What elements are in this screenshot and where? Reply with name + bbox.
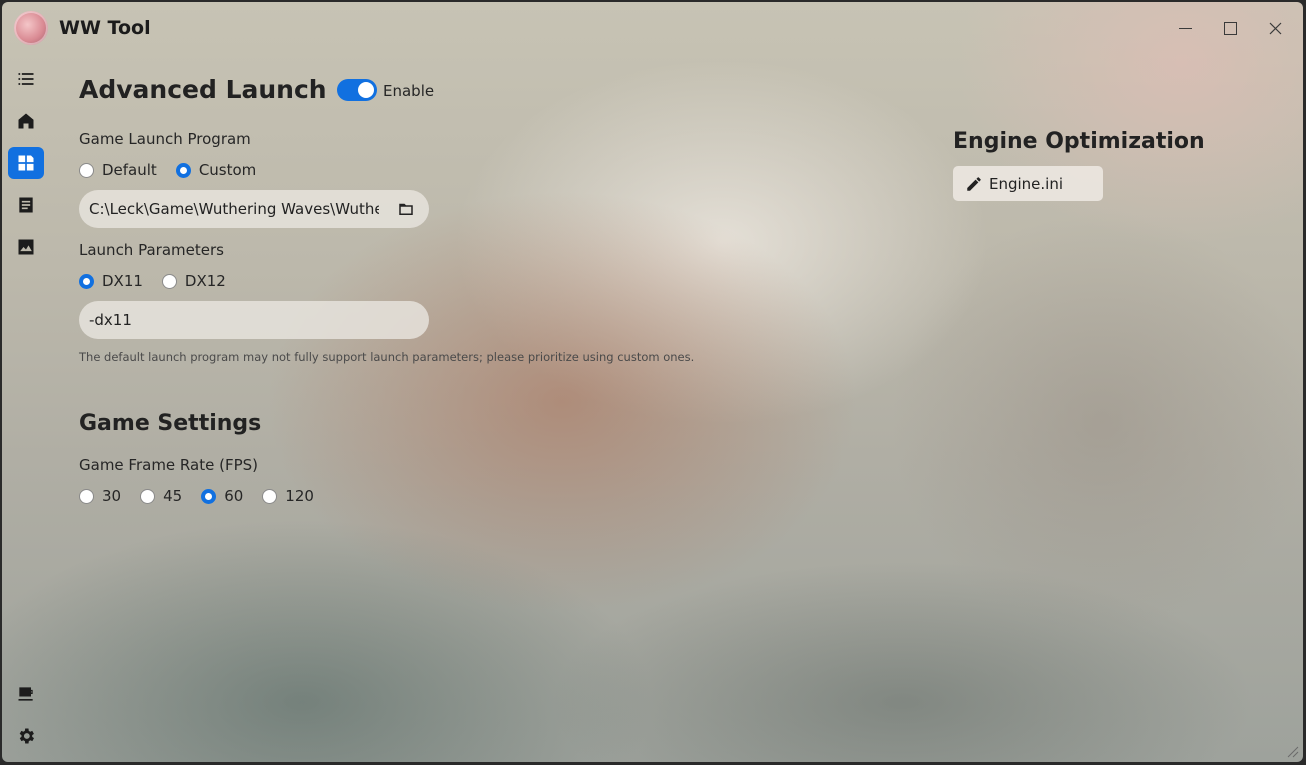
radio-fps-60-label: 60 — [224, 487, 244, 505]
radio-dx12[interactable]: DX12 — [161, 272, 226, 290]
radio-fps-60-circle[interactable] — [201, 488, 217, 504]
radio-default-circle[interactable] — [79, 162, 94, 178]
menu-icon — [18, 73, 34, 85]
app-logo — [14, 11, 48, 45]
launch-params-options: DX11 DX12 — [79, 272, 245, 290]
close-button[interactable] — [1263, 16, 1287, 40]
resize-grip-icon[interactable] — [1285, 744, 1299, 758]
radio-custom-circle[interactable] — [175, 162, 191, 178]
edit-icon — [967, 176, 981, 191]
radio-fps-120-label: 120 — [285, 487, 314, 505]
game-settings-title: Game Settings — [79, 411, 262, 436]
radio-fps-30-label: 30 — [102, 487, 122, 505]
engine-optimization-title: Engine Optimization — [953, 129, 1205, 154]
radio-default[interactable]: Default — [79, 161, 157, 179]
radio-fps-120[interactable]: 120 — [262, 487, 314, 505]
sidebar-item-settings[interactable] — [8, 720, 44, 752]
minimize-button[interactable] — [1173, 16, 1197, 40]
program-path-field[interactable]: C:\Leck\Game\Wuthering Waves\Wuthering W… — [79, 190, 429, 228]
toggle-knob — [358, 82, 374, 98]
launch-hint: The default launch program may not fully… — [79, 350, 695, 364]
app-window: WW Tool Advanced Launch Enable Game Laun… — [2, 2, 1303, 762]
engine-ini-button[interactable]: Engine.ini — [953, 166, 1103, 201]
launch-params-value[interactable]: -dx11 — [89, 311, 132, 329]
radio-dx11-label: DX11 — [102, 272, 143, 290]
maximize-button[interactable] — [1218, 16, 1242, 40]
radio-dx12-label: DX12 — [184, 272, 226, 290]
gear-icon — [19, 728, 34, 744]
engine-ini-label: Engine.ini — [989, 174, 1064, 193]
sidebar-item-home[interactable] — [8, 105, 44, 137]
radio-dx11[interactable]: DX11 — [79, 272, 143, 290]
close-icon — [1269, 22, 1281, 34]
browse-folder-button[interactable] — [397, 200, 415, 218]
radio-fps-45-label: 45 — [163, 487, 183, 505]
coffee-icon — [18, 687, 33, 701]
radio-fps-30-circle[interactable] — [79, 488, 94, 504]
radio-dx12-circle[interactable] — [161, 273, 177, 289]
radio-default-label: Default — [102, 161, 157, 179]
maximize-icon — [1223, 21, 1237, 35]
advanced-launch-title: Advanced Launch — [79, 75, 327, 104]
sidebar-item-dashboard[interactable] — [8, 147, 44, 179]
radio-dx11-circle[interactable] — [79, 273, 94, 289]
launch-params-field[interactable]: -dx11 — [79, 301, 429, 339]
title-bar[interactable]: WW Tool — [2, 2, 1303, 56]
radio-fps-45[interactable]: 45 — [140, 487, 182, 505]
launch-program-label: Game Launch Program — [79, 130, 251, 148]
dashboard-icon — [18, 155, 34, 171]
launch-params-label: Launch Parameters — [79, 241, 224, 259]
radio-fps-60[interactable]: 60 — [201, 487, 243, 505]
folder-icon — [399, 203, 413, 215]
radio-custom[interactable]: Custom — [175, 161, 257, 179]
radio-custom-label: Custom — [198, 161, 257, 179]
article-icon — [19, 197, 33, 213]
home-icon — [18, 113, 34, 129]
enable-toggle[interactable] — [337, 79, 377, 101]
fps-options: 30 45 60 120 — [79, 487, 333, 505]
program-path-value[interactable]: C:\Leck\Game\Wuthering Waves\Wuthering W… — [89, 200, 379, 218]
radio-fps-45-circle[interactable] — [140, 488, 156, 504]
fps-label: Game Frame Rate (FPS) — [79, 456, 258, 474]
sidebar-item-support[interactable] — [8, 678, 44, 710]
radio-fps-120-circle[interactable] — [262, 488, 278, 504]
sidebar-item-gallery[interactable] — [8, 231, 44, 263]
enable-label: Enable — [383, 82, 435, 100]
sidebar-item-menu[interactable] — [8, 63, 44, 95]
image-icon — [18, 239, 34, 255]
app-title: WW Tool — [59, 17, 151, 39]
sidebar-item-notes[interactable] — [8, 189, 44, 221]
launch-program-options: Default Custom — [79, 161, 275, 179]
radio-fps-30[interactable]: 30 — [79, 487, 121, 505]
minimize-icon — [1178, 27, 1192, 29]
